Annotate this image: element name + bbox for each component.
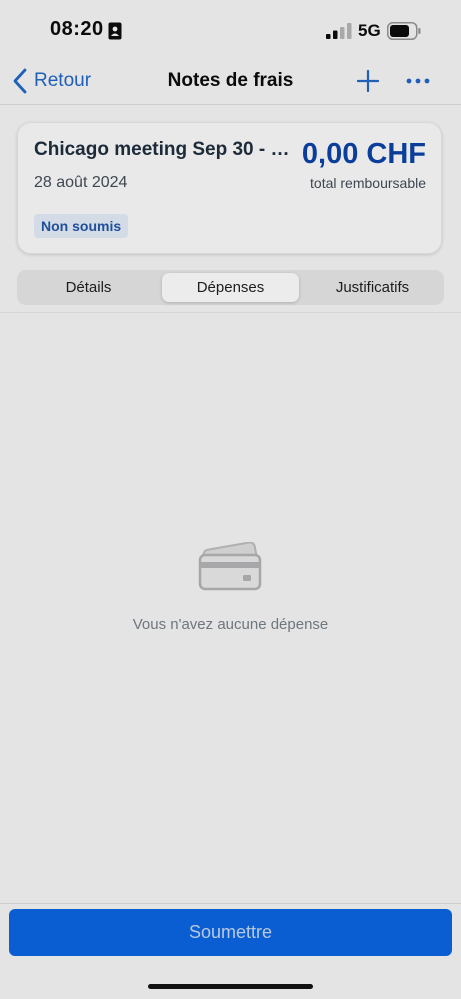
credit-card-icon — [198, 542, 262, 591]
status-time: 08:20 — [50, 18, 104, 40]
empty-state-message: Vous n'avez aucune dépense — [132, 616, 329, 633]
page-title: Notes de frais — [167, 70, 294, 91]
nav-divider — [0, 104, 461, 105]
battery-icon — [387, 22, 421, 40]
network-label: 5G — [358, 21, 381, 40]
reimbursable-amount: 0,00 CHF — [301, 138, 426, 170]
submit-button[interactable]: Soumettre — [9, 909, 452, 956]
tab-receipts[interactable]: Justificatifs — [304, 273, 441, 302]
header-divider — [0, 312, 461, 313]
footer-divider — [0, 903, 461, 904]
more-icon[interactable] — [405, 72, 431, 90]
amount-caption: total remboursable — [310, 175, 426, 191]
id-card-icon — [108, 22, 122, 40]
report-title: Chicago meeting Sep 30 - O… — [34, 139, 292, 160]
tab-details[interactable]: Détails — [20, 273, 157, 302]
report-date: 28 août 2024 — [34, 174, 128, 191]
status-badge: Non soumis — [34, 214, 129, 238]
signal-icon — [326, 23, 352, 39]
home-indicator[interactable] — [148, 984, 313, 989]
tab-expenses[interactable]: Dépenses — [162, 273, 299, 302]
plus-icon[interactable] — [356, 69, 380, 93]
